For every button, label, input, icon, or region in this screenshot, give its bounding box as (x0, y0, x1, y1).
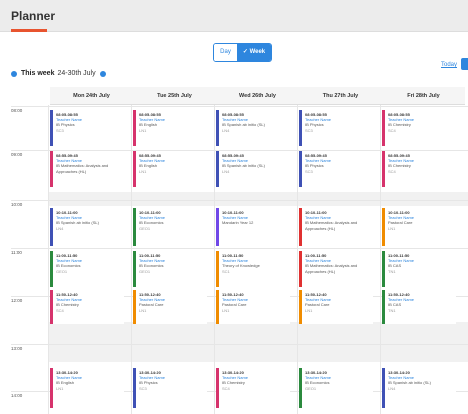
time-label: 08:00 (11, 108, 23, 113)
previous-week-icon[interactable] (11, 70, 17, 77)
time-label: 10:00 (11, 202, 23, 207)
lesson-card[interactable]: 11:50-12:40 Teacher Name IB CAS TN1 (382, 290, 456, 324)
lesson-card[interactable]: 13:30-14:20 Teacher Name IB Spanish ab ini… (382, 368, 456, 408)
subject-name: IB Mathematics: Analysis and Approaches … (305, 220, 358, 231)
column-divider (131, 105, 132, 414)
room-name: LN4 (56, 225, 64, 231)
time-label: 13:00 (11, 346, 23, 351)
break-band (48, 322, 468, 362)
next-week-icon[interactable] (99, 70, 106, 77)
lesson-card[interactable]: 11:50-12:40 Teacher Name Pastoral Care LN1 (133, 290, 207, 324)
day-column-header: Tue 25th July (133, 87, 216, 105)
app-header: Planner (0, 0, 468, 32)
active-tab-indicator (11, 29, 47, 32)
lesson-card[interactable]: 08:55-09:45 Teacher Name IB Spanish ab ini… (216, 151, 290, 187)
break-band (48, 192, 468, 206)
room-name: SC4 (56, 307, 64, 313)
time-label: 14:00 (11, 393, 23, 398)
column-divider (297, 105, 298, 414)
day-column-header: Mon 24th July (50, 87, 133, 105)
week-view-button[interactable]: ✓ Week (237, 44, 271, 61)
column-divider (380, 105, 381, 414)
lesson-card[interactable]: 08:05-08:55 Teacher Name IB Physics SC3 (50, 110, 124, 146)
room-name: SC4 (388, 127, 396, 133)
lesson-card[interactable]: 11:50-12:40 Teacher Name IB Chemistry SC4 (50, 290, 124, 324)
lesson-card[interactable]: 11:00-11:50 Teacher Name IB Mathematics: A… (299, 251, 373, 287)
room-name: LN1 (305, 307, 313, 313)
lesson-card[interactable]: 11:50-12:40 Teacher Name Pastoral Care LN1 (299, 290, 373, 324)
subject-name: Mandarin Year 12 (222, 220, 254, 226)
lesson-card[interactable]: 13:30-14:20 Teacher Name IB Chemistry SC4 (216, 368, 290, 408)
column-divider (48, 105, 49, 414)
week-range: 24-30th July (57, 70, 96, 77)
lesson-card[interactable]: 11:00-11:50 Teacher Name IB Economics GEO1 (133, 251, 207, 287)
room-name: GEO1 (139, 268, 151, 274)
lesson-card[interactable]: 11:50-12:40 Teacher Name Pastoral Care LN1 (216, 290, 290, 324)
week-view-label: Week (249, 49, 266, 55)
lesson-card[interactable]: 10:10-11:00 Teacher Name IB Economics GEO1 (133, 208, 207, 246)
day-view-button[interactable]: Day (214, 44, 237, 61)
column-divider (214, 105, 215, 414)
lesson-card[interactable]: 08:55-09:45 Teacher Name IB Chemistry SC4 (382, 151, 456, 187)
lesson-card[interactable]: 10:10-11:00 Teacher Name Mandarin Year 12 (216, 208, 290, 246)
lesson-card[interactable]: 11:00-11:50 Teacher Name IB CAS TN1 (382, 251, 456, 287)
lesson-card[interactable]: 08:05-08:55 Teacher Name IB English LN1 (133, 110, 207, 146)
today-link[interactable]: Today (441, 62, 457, 68)
room-name: LN4 (388, 385, 396, 391)
lesson-card[interactable]: 13:30-14:20 Teacher Name IB Economics GEO1 (299, 368, 373, 408)
calendar-icon[interactable] (461, 58, 468, 70)
hour-line (11, 200, 468, 201)
day-column-header: Fri 28th July (382, 87, 465, 105)
lesson-card[interactable]: 10:10-11:00 Teacher Name IB Spanish ab ini… (50, 208, 124, 246)
room-name: SC3 (305, 168, 313, 174)
lesson-card[interactable]: 11:00-11:50 Teacher Name IB Economics GEO1 (50, 251, 124, 287)
room-name: GEO1 (139, 225, 151, 231)
week-label: This week (21, 70, 55, 77)
time-label: 09:00 (11, 152, 23, 157)
room-name: GEO1 (305, 385, 317, 391)
room-name: GEO1 (56, 268, 68, 274)
lesson-card[interactable]: 10:10-11:00 Teacher Name Pastoral Care LN1 (382, 208, 456, 246)
room-name: SC4 (388, 168, 396, 174)
check-icon: ✓ (242, 49, 248, 55)
lesson-card[interactable]: 13:30-14:20 Teacher Name IB English LN1 (50, 368, 124, 408)
lesson-card[interactable]: 11:00-11:50 Teacher Name Theory of Knowled… (216, 251, 290, 287)
room-name: LN1 (388, 225, 396, 231)
lesson-card[interactable]: 08:55-09:45 Teacher Name IB Physics SC3 (299, 151, 373, 187)
lesson-card[interactable]: 13:30-14:20 Teacher Name IB Physics SC3 (133, 368, 207, 408)
page-title: Planner (11, 9, 56, 23)
week-selector: This week 24-30th July (11, 70, 106, 77)
lesson-card[interactable]: 08:05-08:55 Teacher Name IB Physics SC3 (299, 110, 373, 146)
lesson-card[interactable]: 10:10-11:00 Teacher Name IB Mathematics: A… (299, 208, 373, 246)
lesson-card[interactable]: 08:05-08:55 Teacher Name IB Chemistry SC4 (382, 110, 456, 146)
room-name: SC3 (305, 127, 313, 133)
room-name: TN1 (388, 307, 396, 313)
room-name: SC4 (222, 385, 230, 391)
room-name: LN1 (139, 168, 147, 174)
room-name: SC3 (56, 127, 64, 133)
time-label: 12:00 (11, 298, 23, 303)
lesson-card[interactable]: 08:55-09:45 Teacher Name IB English LN1 (133, 151, 207, 187)
lesson-card[interactable]: 08:55-09:45 Teacher Name IB Mathematics: A… (50, 151, 124, 187)
day-column-header: Thu 27th July (299, 87, 382, 105)
room-name: LN1 (222, 307, 230, 313)
lesson-card[interactable]: 08:05-08:55 Teacher Name IB Spanish ab ini… (216, 110, 290, 146)
hour-line (11, 344, 468, 345)
day-column-header: Wed 26th July (216, 87, 299, 105)
subject-name: IB Mathematics: Analysis and Approaches … (305, 263, 358, 274)
room-name: LN1 (139, 127, 147, 133)
hour-line (11, 248, 468, 249)
room-name: SC3 (139, 385, 147, 391)
room-name: SC1 (222, 268, 230, 274)
room-name: LN1 (139, 307, 147, 313)
subject-name: IB Mathematics: Analysis and Approaches … (56, 163, 109, 174)
time-label: 11:00 (11, 250, 22, 255)
room-name: TN1 (388, 268, 396, 274)
room-name: LN1 (56, 385, 64, 391)
room-name: LN4 (222, 127, 230, 133)
room-name: LN4 (222, 168, 230, 174)
hour-line (11, 106, 468, 107)
view-toggle: Day ✓ Week (213, 43, 272, 62)
